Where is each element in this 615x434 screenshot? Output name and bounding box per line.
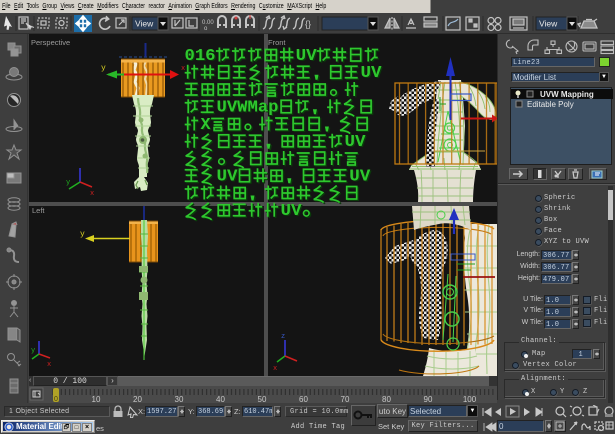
svg-text:30: 30 <box>175 395 184 403</box>
svg-text:x: x <box>90 190 94 198</box>
svg-text:50: 50 <box>258 395 267 403</box>
svg-text:y: y <box>31 347 35 355</box>
svg-text:0: 0 <box>54 396 58 403</box>
svg-text:x: x <box>47 361 51 369</box>
svg-text:o: o <box>204 26 208 32</box>
svg-text:View: View <box>135 19 154 29</box>
svg-text:y: y <box>80 230 85 239</box>
svg-text:80: 80 <box>382 395 391 403</box>
svg-text:10: 10 <box>92 395 101 403</box>
svg-text:100: 100 <box>463 395 477 403</box>
svg-text:20: 20 <box>133 395 142 403</box>
svg-text:y: y <box>101 64 106 73</box>
svg-text:40: 40 <box>216 395 225 403</box>
svg-text:x: x <box>181 65 185 73</box>
svg-text:x: x <box>273 365 277 373</box>
svg-text:90: 90 <box>424 395 433 403</box>
svg-text:60: 60 <box>299 395 308 403</box>
svg-text:{}: {} <box>305 19 311 29</box>
svg-text:y: y <box>66 179 70 187</box>
svg-text:z: z <box>281 333 285 341</box>
svg-text:View: View <box>539 19 558 29</box>
svg-text:70: 70 <box>341 395 350 403</box>
